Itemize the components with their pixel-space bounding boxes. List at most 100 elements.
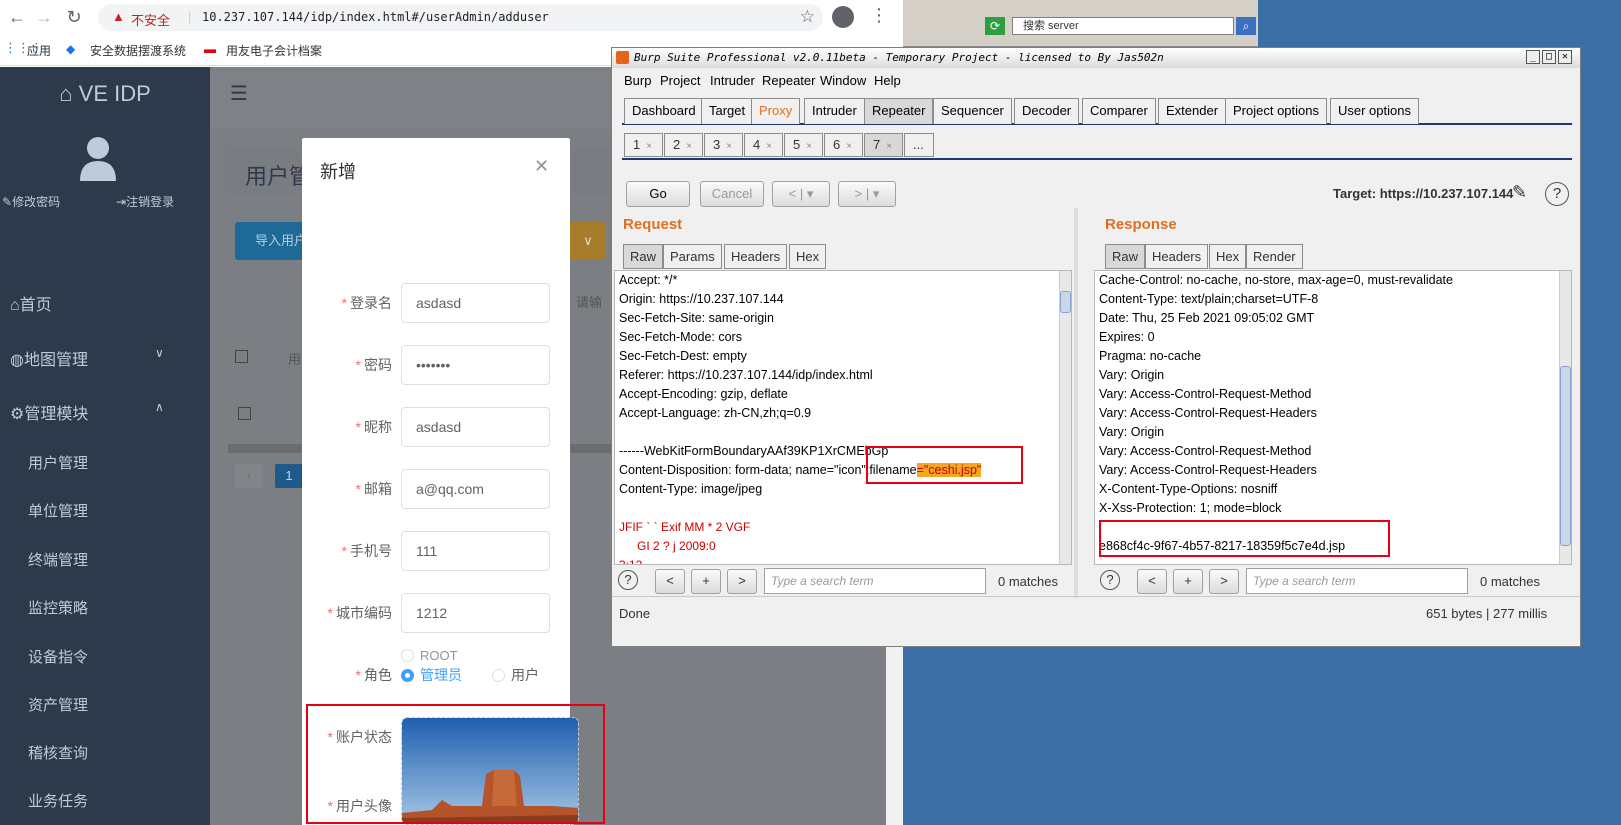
subtab-more[interactable]: ... xyxy=(904,133,934,157)
subtab-1[interactable]: 1 × xyxy=(624,133,663,157)
request-help-icon[interactable]: ? xyxy=(618,570,638,590)
request-scroll-thumb[interactable] xyxy=(1060,291,1071,313)
close-tab-icon[interactable]: × xyxy=(766,141,772,152)
tab-comparer[interactable]: Comparer xyxy=(1082,98,1156,124)
request-search-input[interactable]: Type a search term xyxy=(764,568,986,594)
close-tab-icon[interactable]: × xyxy=(846,141,852,152)
close-tab-icon[interactable]: × xyxy=(806,141,812,152)
change-password-link[interactable]: ✎修改密码 xyxy=(2,193,60,210)
request-tab-hex[interactable]: Hex xyxy=(789,244,827,269)
role-radio-admin[interactable]: 管理员 xyxy=(401,665,462,685)
menu-home[interactable]: ⌂首页 xyxy=(10,291,52,315)
menu-repeater[interactable]: Repeater xyxy=(762,73,815,88)
sidebar-item-users[interactable]: 用户管理 xyxy=(28,452,88,473)
forward-icon[interactable]: → xyxy=(32,5,56,29)
request-tab-params[interactable]: Params xyxy=(663,244,722,269)
role-radio-user[interactable]: 用户 xyxy=(492,665,539,685)
tab-repeater[interactable]: Repeater xyxy=(864,98,934,124)
hamburger-icon[interactable]: ☰ xyxy=(230,81,248,106)
password-input[interactable]: ••••••• xyxy=(401,345,550,385)
sidebar-item-policies[interactable]: 监控策略 xyxy=(28,597,88,618)
phone-input[interactable]: 111 xyxy=(401,531,550,571)
go-button[interactable]: Go xyxy=(626,181,690,207)
close-tab-icon[interactable]: × xyxy=(726,141,732,152)
sidebar-item-tasks[interactable]: 业务任务 xyxy=(28,790,88,811)
pager-prev-icon[interactable]: ‹ xyxy=(235,464,263,488)
tab-proxy[interactable]: Proxy xyxy=(751,98,801,124)
request-editor[interactable]: Accept: */* Origin: https://10.237.107.1… xyxy=(614,270,1072,565)
sidebar-item-assets[interactable]: 资产管理 xyxy=(28,694,88,715)
cancel-button[interactable]: Cancel xyxy=(700,181,764,207)
menu-help[interactable]: Help xyxy=(874,73,901,88)
background-search-field[interactable]: 搜索 server xyxy=(1012,17,1234,35)
close-tab-icon[interactable]: × xyxy=(886,141,892,152)
menu-admin[interactable]: ⚙管理模块 ∧ xyxy=(10,400,164,424)
maximize-icon[interactable]: □ xyxy=(1542,50,1556,64)
menu-kebab-icon[interactable]: ⋮ xyxy=(870,5,888,26)
row-checkbox[interactable] xyxy=(238,407,251,420)
tab-user-options[interactable]: User options xyxy=(1330,98,1419,124)
profile-icon[interactable] xyxy=(832,6,854,28)
background-search-icon[interactable]: ⌕ xyxy=(1236,17,1256,35)
request-tab-headers[interactable]: Headers xyxy=(724,244,788,269)
tab-dashboard[interactable]: Dashboard xyxy=(624,98,704,124)
minimize-icon[interactable]: _ xyxy=(1526,50,1540,64)
request-tab-raw[interactable]: Raw xyxy=(623,244,664,269)
response-add-button[interactable]: + xyxy=(1173,569,1203,594)
response-scroll-thumb[interactable] xyxy=(1560,366,1571,546)
sidebar-item-commands[interactable]: 设备指令 xyxy=(28,646,88,667)
bookmark-apps[interactable]: 应用 xyxy=(27,42,51,59)
close-icon[interactable]: ✕ xyxy=(534,156,549,177)
tab-project-options[interactable]: Project options xyxy=(1225,98,1327,124)
nickname-input[interactable]: asdasd xyxy=(401,407,550,447)
tab-extender[interactable]: Extender xyxy=(1158,98,1227,124)
menu-intruder[interactable]: Intruder xyxy=(710,73,755,88)
select-all-checkbox[interactable] xyxy=(235,350,248,363)
tab-intruder[interactable]: Intruder xyxy=(804,98,865,124)
response-tab-raw[interactable]: Raw xyxy=(1105,244,1146,269)
star-icon[interactable]: ☆ xyxy=(800,7,815,27)
response-search-input[interactable]: Type a search term xyxy=(1246,568,1468,594)
back-history-button[interactable]: < | ▾ xyxy=(772,181,830,207)
address-bar[interactable]: ▲ 不安全 | 10.237.107.144/idp/index.html#/u… xyxy=(98,4,823,31)
dropdown-chevron-icon[interactable]: ∨ xyxy=(570,222,606,260)
menu-map[interactable]: ◍地图管理 ∨ xyxy=(10,346,164,370)
subtab-3[interactable]: 3 × xyxy=(704,133,743,157)
sidebar-item-units[interactable]: 单位管理 xyxy=(28,500,88,521)
request-scrollbar[interactable] xyxy=(1059,271,1071,564)
help-icon[interactable]: ? xyxy=(1545,182,1569,206)
request-add-button[interactable]: + xyxy=(691,569,721,594)
background-refresh-icon[interactable]: ⟳ xyxy=(985,17,1005,35)
reload-icon[interactable]: ↻ xyxy=(62,5,86,29)
back-icon[interactable]: ← xyxy=(5,5,29,29)
menu-window[interactable]: Window xyxy=(820,73,866,88)
bookmark-ferry[interactable]: 安全数据摆渡系统 xyxy=(90,42,186,59)
role-radio-root[interactable]: ROOT xyxy=(401,648,458,663)
logout-link[interactable]: ⇥注销登录 xyxy=(116,193,174,210)
tab-target[interactable]: Target xyxy=(701,98,754,124)
menu-project[interactable]: Project xyxy=(660,73,700,88)
response-help-icon[interactable]: ? xyxy=(1100,570,1120,590)
request-prev-match-button[interactable]: < xyxy=(655,569,685,594)
response-scrollbar[interactable] xyxy=(1559,271,1571,564)
sidebar-item-audit[interactable]: 稽核查询 xyxy=(28,742,88,763)
edit-pencil-icon[interactable]: ✎ xyxy=(1512,182,1527,203)
sidebar-item-terminals[interactable]: 终端管理 xyxy=(28,549,88,570)
subtab-4[interactable]: 4 × xyxy=(744,133,783,157)
subtab-5[interactable]: 5 × xyxy=(784,133,823,157)
response-prev-match-button[interactable]: < xyxy=(1137,569,1167,594)
bookmark-archive[interactable]: 用友电子会计档案 xyxy=(226,42,322,59)
close-tab-icon[interactable]: × xyxy=(646,141,652,152)
login-name-input[interactable]: asdasd xyxy=(401,283,550,323)
forward-history-button[interactable]: > | ▾ xyxy=(838,181,896,207)
close-tab-icon[interactable]: × xyxy=(686,141,692,152)
response-tab-headers[interactable]: Headers xyxy=(1145,244,1209,269)
window-close-icon[interactable]: ✕ xyxy=(1558,50,1572,64)
response-next-match-button[interactable]: > xyxy=(1209,569,1239,594)
subtab-6[interactable]: 6 × xyxy=(824,133,863,157)
email-input[interactable]: a@qq.com xyxy=(401,469,550,509)
response-tab-hex[interactable]: Hex xyxy=(1209,244,1247,269)
subtab-7[interactable]: 7 × xyxy=(864,133,903,157)
request-next-match-button[interactable]: > xyxy=(727,569,757,594)
menu-burp[interactable]: Burp xyxy=(624,73,651,88)
